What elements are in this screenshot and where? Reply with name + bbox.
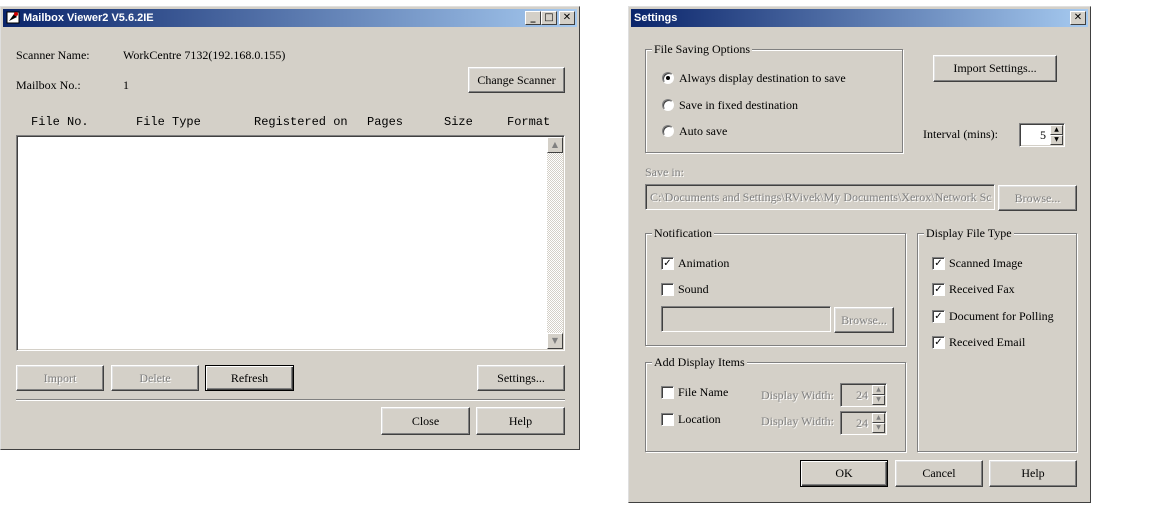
document-polling-label[interactable]: Document for Polling xyxy=(949,309,1054,324)
import-settings-button[interactable]: Import Settings... xyxy=(933,55,1057,82)
mailbox-no-label: Mailbox No.: xyxy=(16,78,81,92)
change-scanner-button[interactable]: Change Scanner xyxy=(468,67,565,93)
ok-button[interactable]: OK xyxy=(800,460,888,487)
column-file-type[interactable]: File Type xyxy=(136,115,201,129)
column-format[interactable]: Format xyxy=(507,115,550,129)
received-fax-label[interactable]: Received Fax xyxy=(949,282,1015,297)
scroll-up-icon[interactable]: ▲ xyxy=(547,137,563,153)
file-name-width-value: 24 xyxy=(856,388,868,402)
animation-label[interactable]: Animation xyxy=(678,256,729,271)
document-polling-checkbox[interactable]: ✓ xyxy=(932,310,945,323)
spin-up-icon[interactable]: ▲ xyxy=(1050,125,1063,135)
settings-title: Settings xyxy=(634,12,678,24)
add-display-items-legend: Add Display Items xyxy=(652,355,747,370)
location-width-spinner[interactable]: 24 ▲ ▼ xyxy=(840,411,887,435)
save-in-browse-button[interactable]: Browse... xyxy=(998,185,1077,211)
mailbox-viewer-window: Mailbox Viewer2 V5.6.2IE _ □ ✕ Scanner N… xyxy=(0,6,580,450)
radio-auto-save[interactable] xyxy=(662,125,674,137)
notification-group: Notification ✓ Animation Sound Browse... xyxy=(645,226,906,346)
file-list[interactable]: ▲ ▼ xyxy=(16,135,565,351)
settings-help-button[interactable]: Help xyxy=(989,460,1077,487)
sound-browse-button[interactable]: Browse... xyxy=(834,307,894,333)
close-button[interactable]: Close xyxy=(381,407,470,435)
animation-checkbox[interactable]: ✓ xyxy=(661,257,674,270)
location-width-value: 24 xyxy=(856,416,868,430)
file-saving-options-group: File Saving Options Always display desti… xyxy=(645,42,903,153)
save-in-field[interactable]: C:\Documents and Settings\RVivek\My Docu… xyxy=(645,184,995,210)
column-size[interactable]: Size xyxy=(444,115,473,129)
mailbox-no-value: 1 xyxy=(123,78,129,92)
file-name-width-spinner[interactable]: 24 ▲ ▼ xyxy=(840,383,887,407)
notification-legend: Notification xyxy=(652,226,714,241)
refresh-button[interactable]: Refresh xyxy=(205,365,294,391)
divider xyxy=(16,399,565,401)
radio-always-display[interactable] xyxy=(662,72,674,84)
scroll-down-icon[interactable]: ▼ xyxy=(547,333,563,349)
scanner-name-label: Scanner Name: xyxy=(16,48,90,62)
spin-down-icon[interactable]: ▼ xyxy=(1050,135,1063,145)
close-icon[interactable]: ✕ xyxy=(559,11,575,25)
file-name-label[interactable]: File Name xyxy=(678,385,728,400)
received-fax-checkbox[interactable]: ✓ xyxy=(932,283,945,296)
display-file-type-legend: Display File Type xyxy=(924,226,1014,241)
mailbox-titlebar[interactable]: Mailbox Viewer2 V5.6.2IE _ □ ✕ xyxy=(3,9,577,27)
column-registered-on[interactable]: Registered on xyxy=(254,115,348,129)
scanner-name-value: WorkCentre 7132(192.168.0.155) xyxy=(123,48,286,62)
column-pages[interactable]: Pages xyxy=(367,115,403,129)
file-name-width-label: Display Width: xyxy=(761,388,834,402)
window-title: Mailbox Viewer2 V5.6.2IE xyxy=(23,12,154,24)
settings-button[interactable]: Settings... xyxy=(477,365,565,391)
help-button[interactable]: Help xyxy=(476,407,565,435)
maximize-icon[interactable]: □ xyxy=(541,11,557,25)
scanned-image-label[interactable]: Scanned Image xyxy=(949,256,1023,271)
interval-spinner[interactable]: 5 ▲ ▼ xyxy=(1019,123,1065,147)
import-button[interactable]: Import xyxy=(16,365,104,391)
add-display-items-group: Add Display Items File Name Display Widt… xyxy=(645,355,906,452)
spin-up-icon[interactable]: ▲ xyxy=(872,413,885,423)
cancel-button[interactable]: Cancel xyxy=(895,460,983,487)
received-email-checkbox[interactable]: ✓ xyxy=(932,336,945,349)
sound-file-field[interactable] xyxy=(661,306,831,332)
radio-auto-save-label[interactable]: Auto save xyxy=(679,124,727,139)
location-label[interactable]: Location xyxy=(678,412,721,427)
minimize-icon[interactable]: _ xyxy=(525,11,541,25)
interval-label: Interval (mins): xyxy=(923,127,998,141)
app-icon xyxy=(6,11,20,24)
radio-fixed-destination[interactable] xyxy=(662,99,674,111)
spin-up-icon[interactable]: ▲ xyxy=(872,385,885,395)
delete-button[interactable]: Delete xyxy=(111,365,199,391)
column-file-no[interactable]: File No. xyxy=(31,115,89,129)
interval-value[interactable]: 5 xyxy=(1040,128,1046,143)
settings-titlebar[interactable]: Settings ✕ xyxy=(631,9,1088,27)
scanned-image-checkbox[interactable]: ✓ xyxy=(932,257,945,270)
received-email-label[interactable]: Received Email xyxy=(949,335,1025,350)
sound-checkbox[interactable] xyxy=(661,283,674,296)
spin-down-icon[interactable]: ▼ xyxy=(872,395,885,405)
settings-window: Settings ✕ File Saving Options Always di… xyxy=(628,6,1091,503)
file-saving-options-legend: File Saving Options xyxy=(652,42,753,57)
display-file-type-group: Display File Type ✓ Scanned Image ✓ Rece… xyxy=(917,226,1077,452)
sound-label[interactable]: Sound xyxy=(678,282,709,297)
save-in-value: C:\Documents and Settings\RVivek\My Docu… xyxy=(650,190,992,204)
spin-down-icon[interactable]: ▼ xyxy=(872,423,885,433)
save-in-label: Save in: xyxy=(645,165,684,179)
location-checkbox[interactable] xyxy=(661,413,674,426)
radio-fixed-destination-label[interactable]: Save in fixed destination xyxy=(679,98,798,113)
location-width-label: Display Width: xyxy=(761,414,834,428)
radio-always-display-label[interactable]: Always display destination to save xyxy=(679,71,846,86)
file-list-scrollbar[interactable]: ▲ ▼ xyxy=(547,137,563,349)
close-icon[interactable]: ✕ xyxy=(1070,11,1086,25)
file-name-checkbox[interactable] xyxy=(661,386,674,399)
